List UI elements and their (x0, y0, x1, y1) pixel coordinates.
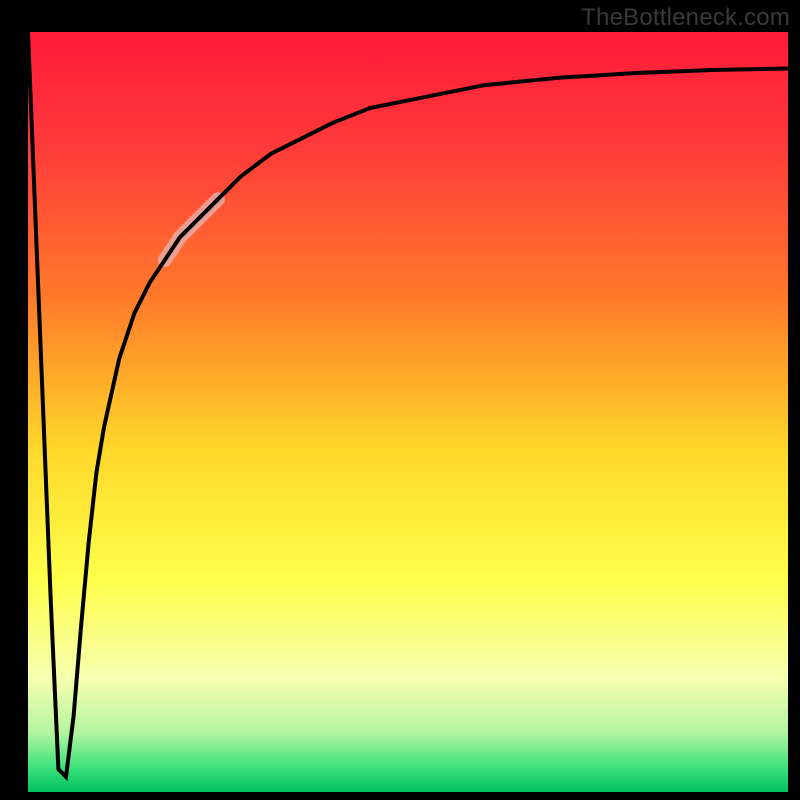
watermark-label: TheBottleneck.com (581, 4, 790, 32)
plot-background (28, 32, 788, 792)
bottleneck-plot (28, 32, 788, 792)
chart-frame: TheBottleneck.com (0, 0, 800, 800)
